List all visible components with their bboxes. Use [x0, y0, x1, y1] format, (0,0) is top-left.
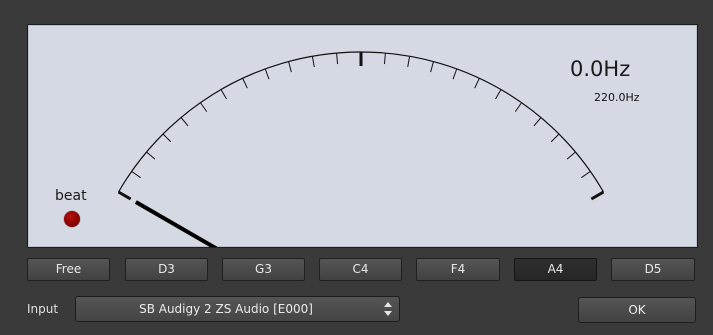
dial-tick [311, 56, 315, 68]
dial-tick [581, 170, 591, 179]
input-device-value: SB Audigy 2 ZS Audio [E000] [139, 302, 313, 316]
dial-tick [566, 151, 576, 160]
note-button-d5[interactable]: D5 [611, 258, 695, 281]
dial-tick [242, 78, 248, 89]
input-label: Input [27, 302, 59, 316]
dial-tick [452, 68, 458, 80]
note-button-f4[interactable]: F4 [416, 258, 500, 281]
dial-tick [533, 117, 542, 127]
dial-tick [199, 102, 208, 112]
note-button-c4[interactable]: C4 [319, 258, 402, 281]
dial-tick [220, 89, 227, 100]
dial-tick [131, 170, 141, 179]
dial-tick [514, 102, 523, 112]
reference-frequency: 220.0Hz [594, 91, 640, 104]
beat-label: beat [55, 188, 87, 204]
dial-tick [430, 61, 434, 73]
dial-tick [288, 61, 292, 73]
beat-indicator-icon [64, 211, 80, 227]
dial-tick [407, 56, 411, 68]
note-button-d3[interactable]: D3 [125, 258, 208, 281]
dial-tick [117, 190, 132, 201]
dial-tick [336, 53, 339, 65]
dial-tick [495, 89, 502, 100]
input-device-select[interactable]: SB Audigy 2 ZS Audio [E000] [75, 296, 400, 322]
dial-needle [134, 200, 218, 247]
frequency-readout: 0.0Hz [570, 57, 631, 81]
dial-tick [550, 133, 560, 143]
dial-tick [474, 78, 480, 89]
dial-tick [180, 117, 189, 127]
note-button-free[interactable]: Free [27, 258, 110, 281]
dial-tick [162, 133, 172, 143]
tuner-dial: 0.0Hz 220.0Hz beat [27, 24, 698, 248]
note-button-g3[interactable]: G3 [222, 258, 305, 281]
up-down-arrows-icon [384, 302, 392, 316]
dial-tick [264, 68, 270, 80]
ok-button[interactable]: OK [578, 297, 696, 323]
note-button-a4[interactable]: A4 [514, 258, 597, 281]
dial-arc [117, 51, 605, 193]
tuner-window: 0.0Hz 220.0Hz beat Free D3 G3 C4 F4 A4 D… [0, 0, 713, 335]
dial-tick [590, 190, 605, 201]
dial-tick [383, 53, 386, 65]
dial-tick [146, 151, 156, 160]
